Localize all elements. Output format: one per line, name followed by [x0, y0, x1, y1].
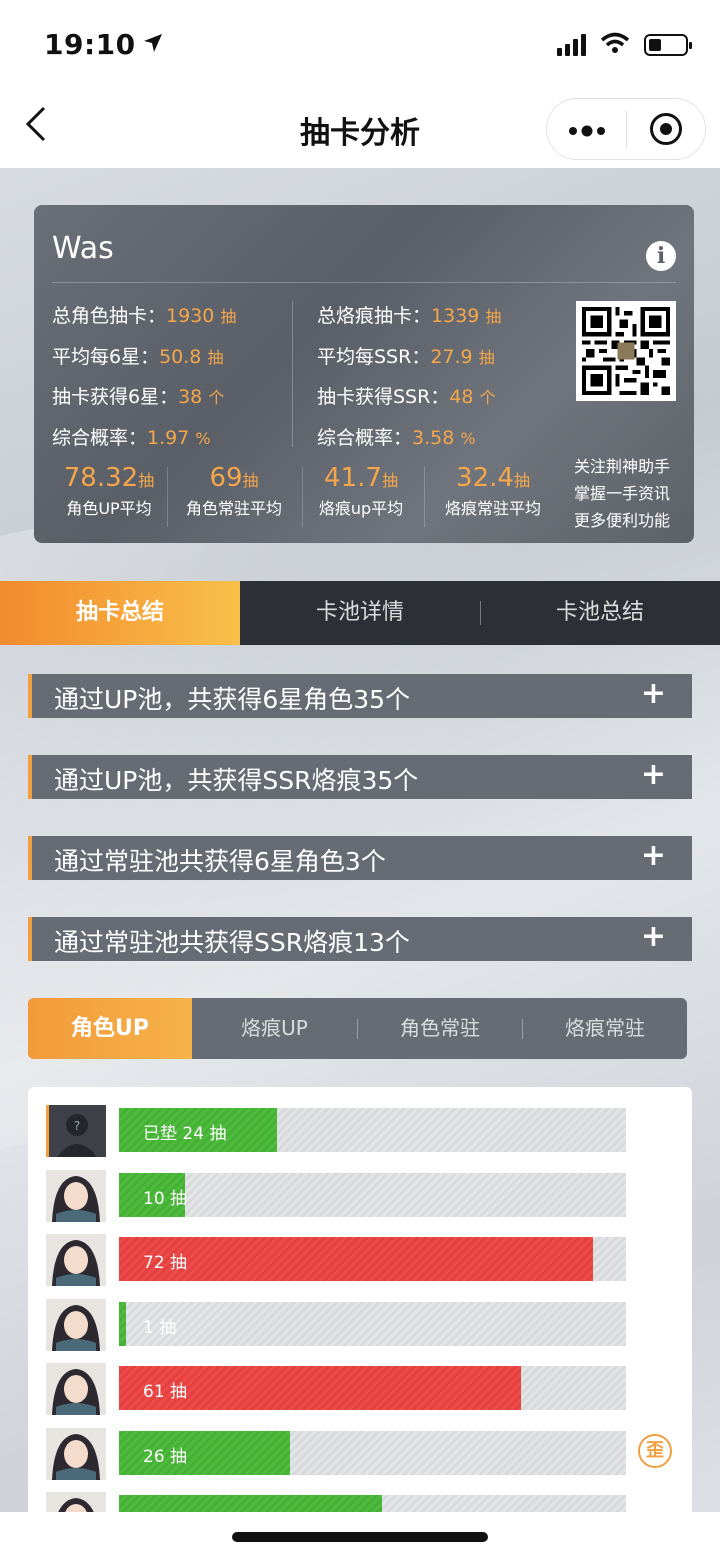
expand-plus-icon[interactable]: +: [641, 676, 666, 711]
pull-count-label: 26 抽: [143, 1446, 188, 1467]
summary-text: 通过UP池，共获得SSR烙痕35个: [54, 766, 419, 795]
qr-code[interactable]: [576, 301, 676, 401]
unknown-avatar[interactable]: ?: [46, 1105, 106, 1157]
summary-text: 通过常驻池共获得6星角色3个: [54, 847, 386, 876]
avg-character-up: 78.32抽 角色UP平均: [63, 463, 155, 518]
tab-character-standard[interactable]: 角色常驻: [358, 998, 522, 1059]
stat-row: 综合概率：3.58 %: [317, 426, 476, 449]
pull-row: ? 已垫 24 抽: [46, 1105, 666, 1161]
pull-row: 1 抽: [46, 1298, 666, 1355]
stat-row: 综合概率：1.97 %: [52, 426, 211, 449]
more-dots-icon: [568, 125, 605, 137]
pull-bar-fill: [119, 1237, 593, 1281]
target-icon: [649, 113, 682, 145]
status-bar: 19:10: [0, 0, 720, 90]
wifi-icon: [600, 32, 630, 58]
summary-row-up-characters[interactable]: 通过UP池，共获得6星角色35个 +: [28, 674, 692, 718]
pull-bar-track: 1 抽: [119, 1301, 626, 1346]
summary-text: 通过常驻池共获得SSR烙痕13个: [54, 928, 410, 957]
avg-imprint-standard: 32.4抽 烙痕常驻平均: [444, 463, 541, 518]
summary-row-standard-characters[interactable]: 通过常驻池共获得6星角色3个 +: [28, 836, 692, 880]
pull-bar-track: 61 抽: [119, 1366, 626, 1410]
imprint-stats: 总烙痕抽卡：1339 抽 平均每SSR：27.9 抽 抽卡获得SSR：48 个 …: [317, 301, 501, 463]
mini-program-capsule: [546, 98, 706, 160]
main-content: Was i 总角色抽卡：1930 抽 平均每6星：50.8 抽 抽卡获得6星：3…: [0, 168, 720, 1558]
stat-row: 平均每SSR：27.9 抽: [317, 345, 495, 368]
more-options-button[interactable]: [547, 114, 626, 144]
avg-imprint-up: 41.7抽 烙痕up平均: [318, 463, 404, 518]
promo-line: 关注荆神助手: [574, 457, 671, 476]
pull-row: 72 抽: [46, 1234, 666, 1290]
info-icon[interactable]: i: [646, 241, 676, 271]
summary-text: 通过UP池，共获得6星角色35个: [54, 685, 411, 714]
pull-count-label: 72 抽: [143, 1253, 188, 1273]
pull-row: 10 抽: [46, 1169, 666, 1226]
tab-pool-summary[interactable]: 卡池总结: [480, 581, 720, 645]
svg-text:?: ?: [74, 1119, 80, 1133]
stat-row: 平均每6星：50.8 抽: [52, 345, 224, 368]
average-stats: 78.32抽 角色UP平均 69抽 角色常驻平均 41.7抽 烙痕up平均 32…: [52, 463, 552, 533]
summary-row-standard-imprints[interactable]: 通过常驻池共获得SSR烙痕13个 +: [28, 917, 692, 961]
off-banner-badge: 歪: [638, 1433, 672, 1468]
pull-count-label: 61 抽: [143, 1382, 188, 1402]
pull-bar-track: 26 抽: [119, 1430, 626, 1475]
close-mini-program-button[interactable]: [627, 113, 705, 145]
tab-imprint-standard[interactable]: 烙痕常驻: [523, 998, 687, 1059]
pull-count-label: 已垫 24 抽: [143, 1124, 227, 1144]
expand-plus-icon[interactable]: +: [641, 838, 666, 873]
expand-plus-icon[interactable]: +: [641, 757, 666, 792]
character-stats: 总角色抽卡：1930 抽 平均每6星：50.8 抽 抽卡获得6星：38 个 综合…: [52, 301, 236, 463]
pull-bar-fill: [119, 1301, 126, 1346]
character-avatar[interactable]: [46, 1298, 106, 1351]
pull-bar-track: 已垫 24 抽: [119, 1108, 626, 1152]
tab-pool-details[interactable]: 卡池详情: [240, 581, 480, 645]
status-icons: [557, 32, 692, 58]
profile-card: Was i 总角色抽卡：1930 抽 平均每6星：50.8 抽 抽卡获得6星：3…: [34, 205, 694, 543]
avg-character-standard: 69抽 角色常驻平均: [185, 463, 282, 518]
character-avatar[interactable]: [46, 1169, 106, 1222]
character-avatar[interactable]: [46, 1427, 106, 1480]
pull-row: 61 抽: [46, 1363, 666, 1419]
character-avatar[interactable]: [46, 1234, 106, 1286]
status-time: 19:10: [44, 28, 164, 61]
pull-bar-track: 10 抽: [119, 1172, 626, 1217]
pull-count-label: 1 抽: [143, 1317, 177, 1338]
username: Was: [52, 231, 114, 266]
tab-imprint-up[interactable]: 烙痕UP: [192, 998, 357, 1059]
pull-row: 26 抽 歪: [46, 1427, 672, 1484]
main-tabs: 抽卡总结 卡池详情 卡池总结: [0, 581, 720, 645]
home-indicator[interactable]: [232, 1532, 488, 1542]
tab-character-up[interactable]: 角色UP: [28, 998, 192, 1059]
cellular-signal-icon: [557, 34, 586, 56]
battery-icon: [644, 34, 692, 56]
qr-code-image: [582, 307, 670, 395]
stat-row: 总烙痕抽卡：1339 抽: [317, 305, 502, 327]
promo-text: 关注荆神助手 掌握一手资讯 更多便利功能: [574, 453, 670, 534]
stat-row: 抽卡获得SSR：48 个: [317, 386, 496, 408]
nav-bar: 抽卡分析: [0, 90, 720, 168]
clock-text: 19:10: [44, 28, 136, 61]
promo-line: 掌握一手资讯: [574, 484, 671, 503]
pull-history-list: ? 已垫 24 抽 10 抽 72 抽 1 抽 61 抽 26 抽 歪: [28, 1087, 692, 1558]
pull-bar-track: 72 抽: [119, 1237, 626, 1281]
stat-row: 总角色抽卡：1930 抽: [52, 305, 237, 327]
pull-count-label: 10 抽: [143, 1188, 188, 1209]
stat-row: 抽卡获得6星：38 个: [52, 386, 225, 408]
expand-plus-icon[interactable]: +: [641, 919, 666, 954]
character-avatar[interactable]: [46, 1363, 106, 1415]
promo-line: 更多便利功能: [574, 511, 671, 530]
pool-type-tabs: 角色UP 烙痕UP 角色常驻 烙痕常驻: [28, 998, 687, 1059]
location-arrow-icon: [142, 28, 164, 61]
tab-summary[interactable]: 抽卡总结: [0, 581, 240, 645]
summary-row-up-imprints[interactable]: 通过UP池，共获得SSR烙痕35个 +: [28, 755, 692, 799]
